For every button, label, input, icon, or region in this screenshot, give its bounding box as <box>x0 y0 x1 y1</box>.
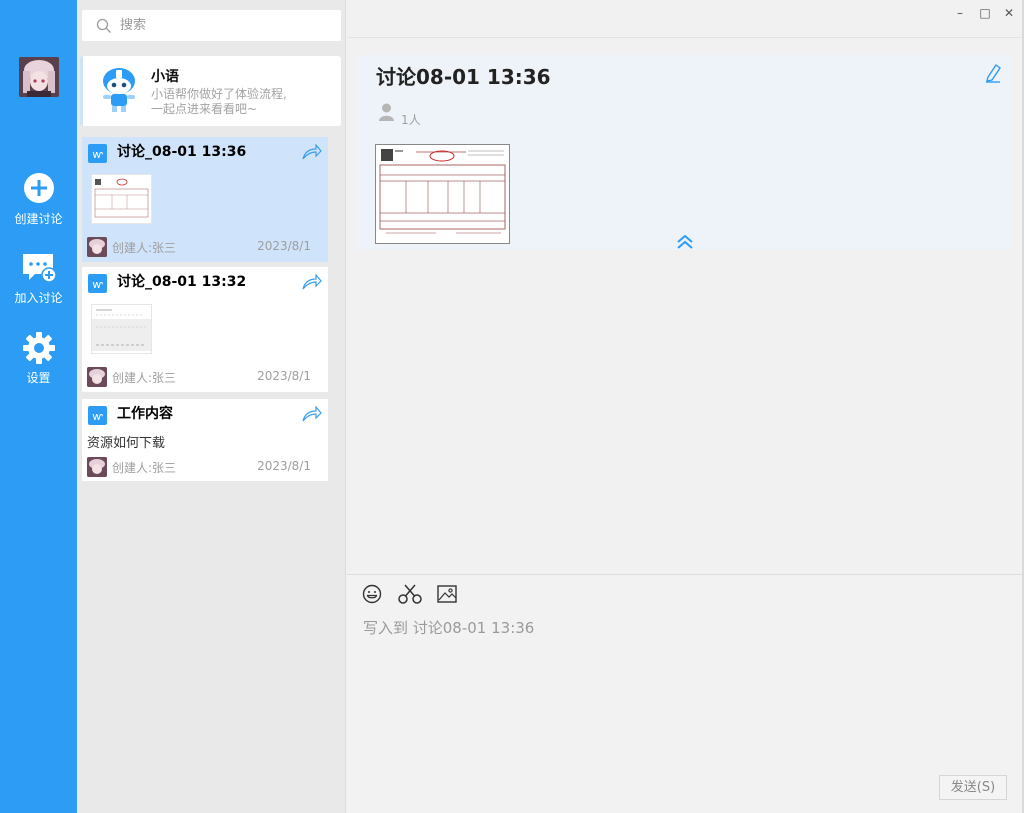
discussion-title: 工作内容 <box>117 406 173 422</box>
assistant-card[interactable]: 小语 小语帮你做好了体验流程, 一起点进来看看吧~ <box>80 56 341 126</box>
message-input[interactable]: 写入到 讨论08-01 13:36 <box>363 617 534 638</box>
creator-avatar <box>87 237 107 257</box>
attachment-thumbnail[interactable] <box>91 174 152 224</box>
search-input[interactable]: 搜索 <box>120 10 146 41</box>
assistant-name: 小语 <box>151 69 179 85</box>
search-icon <box>96 18 112 34</box>
discussion-card[interactable]: ⱳ 讨论_08-01 13:32 创建人:张三 2023/8/1 <box>82 267 328 392</box>
person-icon <box>379 103 394 121</box>
discussion-header-title: 讨论08-01 13:36 <box>376 65 551 89</box>
share-icon[interactable] <box>302 405 322 422</box>
scissors-icon[interactable] <box>397 583 423 605</box>
collapse-up-icon[interactable] <box>676 234 694 249</box>
svg-text:ⱳ: ⱳ <box>92 410 103 423</box>
discussion-date: 2023/8/1 <box>257 369 311 383</box>
minimize-button[interactable]: – <box>953 6 967 20</box>
creator-label: 创建人:张三 <box>112 371 177 385</box>
share-icon[interactable] <box>302 143 322 160</box>
gear-icon <box>21 330 57 366</box>
discussion-icon: ⱳ <box>88 406 107 425</box>
maximize-button[interactable]: □ <box>978 6 992 20</box>
settings-button[interactable]: 设置 <box>0 330 77 386</box>
compose-area: 写入到 讨论08-01 13:36 发送(S) <box>347 574 1024 813</box>
create-discussion-label: 创建讨论 <box>14 212 63 226</box>
assistant-desc-line-2: 一起点进来看看吧~ <box>151 102 258 116</box>
discussion-preview-text: 资源如何下载 <box>87 436 166 451</box>
assistant-robot-icon <box>97 66 141 114</box>
discussion-title: 讨论_08-01 13:36 <box>117 144 247 160</box>
discussion-date: 2023/8/1 <box>257 239 311 253</box>
join-discussion-button[interactable]: 加入讨论 <box>0 250 77 306</box>
creator-label: 创建人:张三 <box>112 461 177 475</box>
discussion-card[interactable]: ⱳ 讨论_08-01 13:36 创建人:张三 2023/8/1 <box>82 137 328 262</box>
left-rail: 创建讨论 加入讨论 设置 <box>0 0 77 813</box>
assistant-description: 小语帮你做好了体验流程, 一起点进来看看吧~ <box>151 87 336 117</box>
assistant-desc-line-1: 小语帮你做好了体验流程, <box>151 87 287 101</box>
discussion-icon: ⱳ <box>88 144 107 163</box>
edit-icon[interactable] <box>984 63 1002 83</box>
share-icon[interactable] <box>302 273 322 290</box>
creator-avatar <box>87 367 107 387</box>
creator-label: 创建人:张三 <box>112 241 177 255</box>
chat-add-icon <box>21 250 57 286</box>
image-icon[interactable] <box>436 583 458 605</box>
close-button[interactable]: ✕ <box>1002 6 1016 20</box>
svg-text:ⱳ: ⱳ <box>92 148 103 161</box>
attachment-thumbnail[interactable] <box>91 304 152 354</box>
create-discussion-button[interactable]: 创建讨论 <box>0 171 77 227</box>
member-count: 1人 <box>401 113 421 127</box>
plus-circle-icon <box>21 171 57 207</box>
attachment-image[interactable] <box>375 144 510 244</box>
creator-avatar <box>87 457 107 477</box>
discussion-title: 讨论_08-01 13:32 <box>117 274 247 290</box>
discussion-icon: ⱳ <box>88 274 107 293</box>
settings-label: 设置 <box>26 371 51 385</box>
discussion-list-panel: 搜索 小语 小语帮你做好了体验流程, 一起点进来看看吧~ ⱳ 讨论_08-01 … <box>77 0 346 813</box>
window-titlebar: – □ ✕ <box>347 0 1024 38</box>
send-button[interactable]: 发送(S) <box>939 775 1007 800</box>
svg-text:ⱳ: ⱳ <box>92 278 103 291</box>
join-discussion-label: 加入讨论 <box>14 291 63 305</box>
emoji-icon[interactable] <box>361 583 383 605</box>
search-box[interactable]: 搜索 <box>82 10 341 41</box>
discussion-date: 2023/8/1 <box>257 459 311 473</box>
user-avatar[interactable] <box>19 57 59 97</box>
discussion-header: 讨论08-01 13:36 1人 <box>357 55 1012 250</box>
discussion-card[interactable]: ⱳ 工作内容 资源如何下载 创建人:张三 2023/8/1 <box>82 399 328 481</box>
